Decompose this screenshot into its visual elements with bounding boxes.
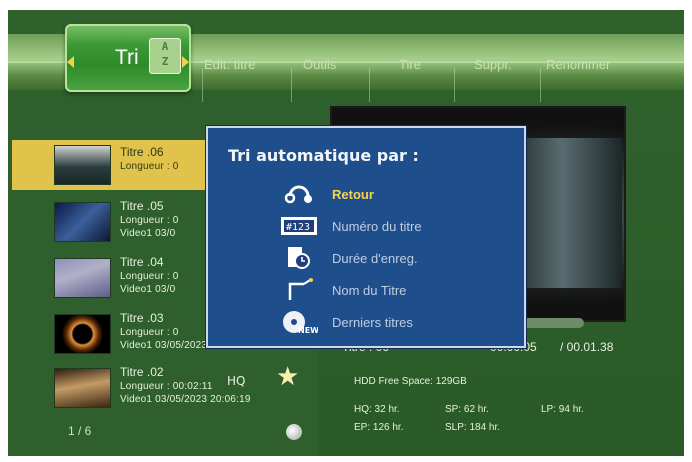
page-counter: 1 / 6 <box>68 424 92 438</box>
option-label: Durée d'enreg. <box>332 251 418 266</box>
option-latest-titles[interactable]: NEW Derniers titres <box>280 310 500 336</box>
item-length: Longueur : 0 <box>120 215 179 226</box>
item-length: Longueur : 0 <box>120 161 179 172</box>
arrow-right-icon[interactable] <box>182 56 189 68</box>
tab-delete[interactable]: Suppr. <box>474 57 512 72</box>
option-label: Derniers titres <box>332 315 413 330</box>
title-name-icon <box>288 278 313 300</box>
item-title: Titre .03 <box>120 311 164 325</box>
option-label: Numéro du titre <box>332 219 422 234</box>
tab-tri[interactable]: Tri AZ <box>65 24 191 92</box>
screen: Tri AZ Edit. titre Outils Tire Suppr. Re… <box>8 10 684 456</box>
option-label: Nom du Titre <box>332 283 407 298</box>
thumbnail <box>54 145 111 185</box>
option-title-name[interactable]: Nom du Titre <box>280 278 500 304</box>
item-title: Titre .04 <box>120 255 164 269</box>
tab-tri-label: Tri <box>115 46 139 69</box>
return-icon <box>284 185 312 204</box>
mode-slp: SLP: 184 hr. <box>445 422 501 433</box>
sort-az-icon: AZ <box>149 38 181 74</box>
quality-badge: HQ <box>227 374 246 388</box>
option-return[interactable]: Retour <box>280 182 500 208</box>
mode-ep: EP: 126 hr. <box>354 422 404 433</box>
total-time: / 00.01.38 <box>560 340 614 354</box>
tab-tools[interactable]: Outils <box>303 57 336 72</box>
tab-rename[interactable]: Renommer <box>546 57 610 72</box>
dialog-title: Tri automatique par : <box>228 146 419 165</box>
number-icon: #123 <box>281 217 317 235</box>
svg-text:NEW: NEW <box>298 326 318 334</box>
scroll-indicator-icon[interactable] <box>286 424 302 440</box>
new-disc-icon: NEW <box>283 311 318 334</box>
item-title: Titre .05 <box>120 199 164 213</box>
star-icon: ★ <box>276 362 300 392</box>
thumbnail <box>54 368 111 408</box>
mode-sp: SP: 62 hr. <box>445 404 489 415</box>
item-title: Titre .06 <box>120 145 164 159</box>
item-source: Video1 03/0 <box>120 228 176 239</box>
item-length: Longueur : 00:02:11 <box>120 381 213 392</box>
option-title-number[interactable]: #123 Numéro du titre <box>280 214 500 240</box>
svg-text:#123: #123 <box>286 222 310 233</box>
item-title: Titre .02 <box>120 365 164 379</box>
item-source: Video1 03/05/2023 20:06:19 <box>120 394 251 405</box>
thumbnail <box>54 258 111 298</box>
item-length: Longueur : 0 <box>120 327 179 338</box>
sort-dialog: Tri automatique par : Retour #123 Numéro… <box>206 126 526 348</box>
option-duration[interactable]: Durée d'enreg. <box>280 246 500 272</box>
mode-hq: HQ: 32 hr. <box>354 404 400 415</box>
mode-lp: LP: 94 hr. <box>541 404 584 415</box>
thumbnail <box>54 202 111 242</box>
tab-edit-title[interactable]: Edit. titre <box>204 57 255 72</box>
item-length: Longueur : 0 <box>120 271 179 282</box>
hdd-free-space: HDD Free Space: 129GB <box>354 376 467 387</box>
tab-tire[interactable]: Tire <box>399 57 421 72</box>
thumbnail <box>54 314 111 354</box>
arrow-left-icon[interactable] <box>67 56 74 68</box>
option-label: Retour <box>332 187 374 202</box>
clock-icon <box>288 247 310 269</box>
item-source: Video1 03/0 <box>120 284 176 295</box>
